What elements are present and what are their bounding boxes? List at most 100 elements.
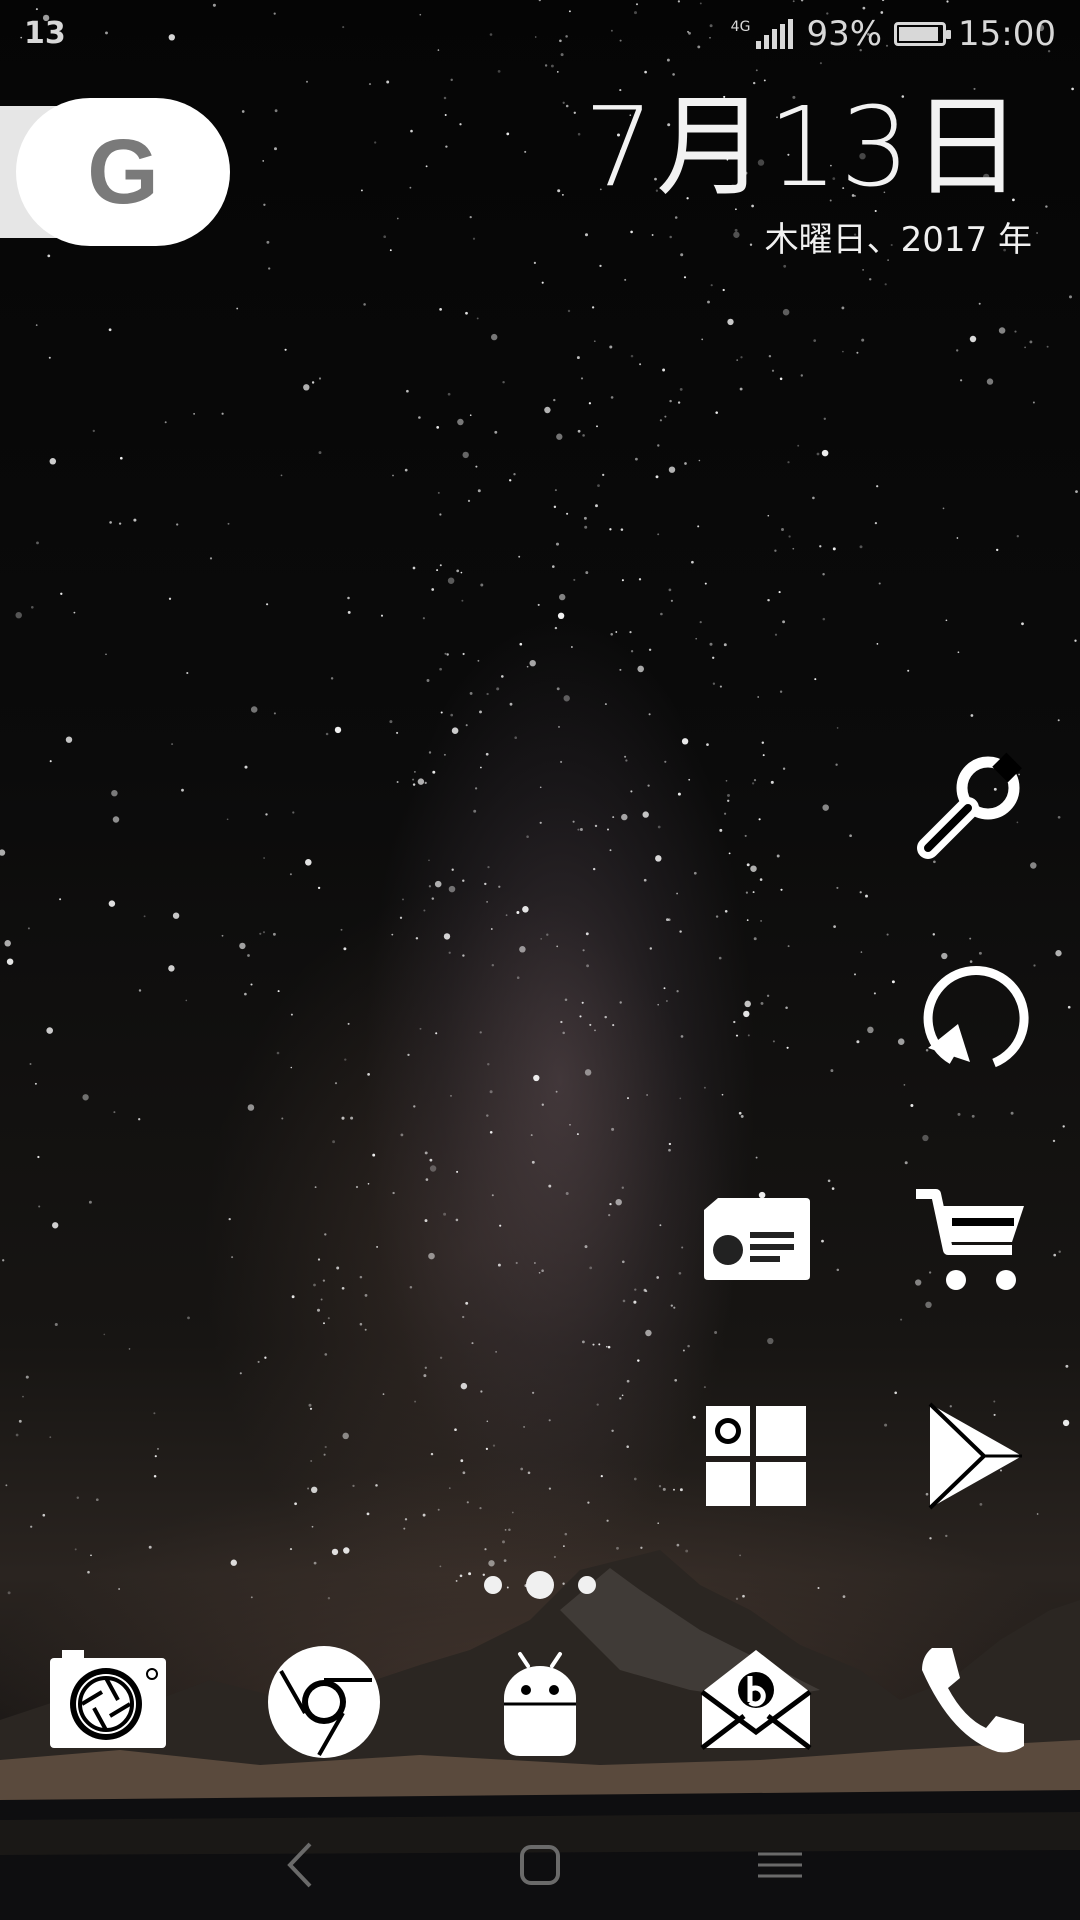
home-button[interactable] [500, 1830, 580, 1900]
email-icon[interactable] [696, 1640, 816, 1760]
star [779, 377, 783, 381]
star [723, 643, 727, 647]
star [774, 633, 778, 636]
star [49, 1436, 52, 1439]
star [392, 474, 394, 477]
star [615, 1198, 622, 1206]
star [429, 1158, 433, 1162]
star [29, 1063, 32, 1065]
star [959, 379, 963, 382]
star [564, 1532, 568, 1536]
star [439, 1356, 443, 1359]
star [489, 1090, 493, 1094]
star [664, 415, 667, 418]
star [119, 456, 123, 460]
android-robot-icon[interactable] [480, 1640, 600, 1760]
star [642, 811, 649, 818]
page-dot-3[interactable] [578, 1576, 596, 1594]
star [680, 253, 684, 257]
star [423, 909, 426, 912]
star [703, 1086, 706, 1089]
star [447, 577, 455, 584]
status-indicators: 4G 93% 15:00 [731, 14, 1056, 54]
google-search-widget[interactable]: G [0, 98, 230, 246]
star [565, 1192, 569, 1195]
chrome-browser-icon[interactable] [264, 1640, 384, 1760]
star [541, 281, 544, 284]
settings-wrench-icon[interactable] [912, 744, 1032, 864]
star [1021, 622, 1024, 626]
shopping-cart-icon[interactable] [912, 1180, 1032, 1300]
star [341, 1116, 345, 1120]
star [677, 401, 681, 404]
star [567, 309, 571, 313]
phone-icon[interactable] [912, 1640, 1032, 1760]
contact-card-icon[interactable] [696, 1180, 816, 1300]
star [407, 1053, 410, 1057]
star [443, 753, 446, 756]
star [758, 818, 761, 821]
star [504, 1529, 507, 1531]
star [509, 479, 512, 482]
star [894, 1391, 897, 1395]
star [712, 682, 716, 685]
star [910, 1104, 914, 1107]
star [673, 1488, 675, 1491]
star [432, 770, 436, 774]
star [412, 783, 416, 786]
star [266, 603, 269, 606]
star [457, 418, 464, 426]
recents-button[interactable] [740, 1830, 820, 1900]
star [633, 1300, 637, 1304]
star [487, 865, 490, 869]
date-display[interactable]: 7月13日 [584, 92, 1024, 202]
star [274, 109, 278, 113]
home-screen: 13 4G 93% 15:00 G 7月13日 木曜日、2017 年 [0, 0, 1080, 1920]
page-dot-2-current[interactable] [526, 1571, 554, 1599]
star [429, 1165, 437, 1172]
star [585, 932, 589, 936]
page-indicator[interactable] [480, 1570, 600, 1600]
star [599, 264, 602, 268]
star [472, 237, 476, 240]
star [584, 233, 589, 237]
star [548, 1487, 552, 1490]
play-store-icon[interactable] [912, 1396, 1032, 1516]
star [502, 380, 505, 384]
star [725, 779, 728, 782]
star [770, 780, 774, 784]
star [571, 646, 573, 648]
star [662, 368, 666, 372]
star [761, 741, 765, 744]
back-button[interactable] [260, 1830, 340, 1900]
star [722, 288, 725, 292]
star [496, 687, 500, 691]
star [703, 1386, 706, 1389]
star [884, 1423, 888, 1427]
camera-icon[interactable] [48, 1640, 168, 1760]
star [396, 217, 399, 220]
gallery-grid-icon[interactable] [696, 1396, 816, 1516]
star [639, 363, 642, 366]
star [587, 1501, 590, 1504]
star [657, 825, 661, 829]
star [594, 1029, 596, 1032]
star [231, 1256, 234, 1259]
star [526, 665, 529, 668]
star [419, 1027, 422, 1030]
star [52, 1222, 59, 1229]
google-search-button[interactable]: G [16, 98, 230, 246]
star [541, 1269, 544, 1272]
star [323, 1453, 326, 1456]
star [596, 425, 598, 428]
sync-refresh-icon[interactable] [912, 962, 1032, 1082]
star [1053, 1253, 1057, 1257]
star [289, 873, 292, 876]
star [445, 145, 448, 148]
star [904, 1161, 908, 1165]
page-dot-1[interactable] [484, 1576, 502, 1594]
star [800, 374, 804, 377]
star [907, 669, 910, 672]
star [276, 1051, 280, 1055]
star [460, 571, 463, 574]
